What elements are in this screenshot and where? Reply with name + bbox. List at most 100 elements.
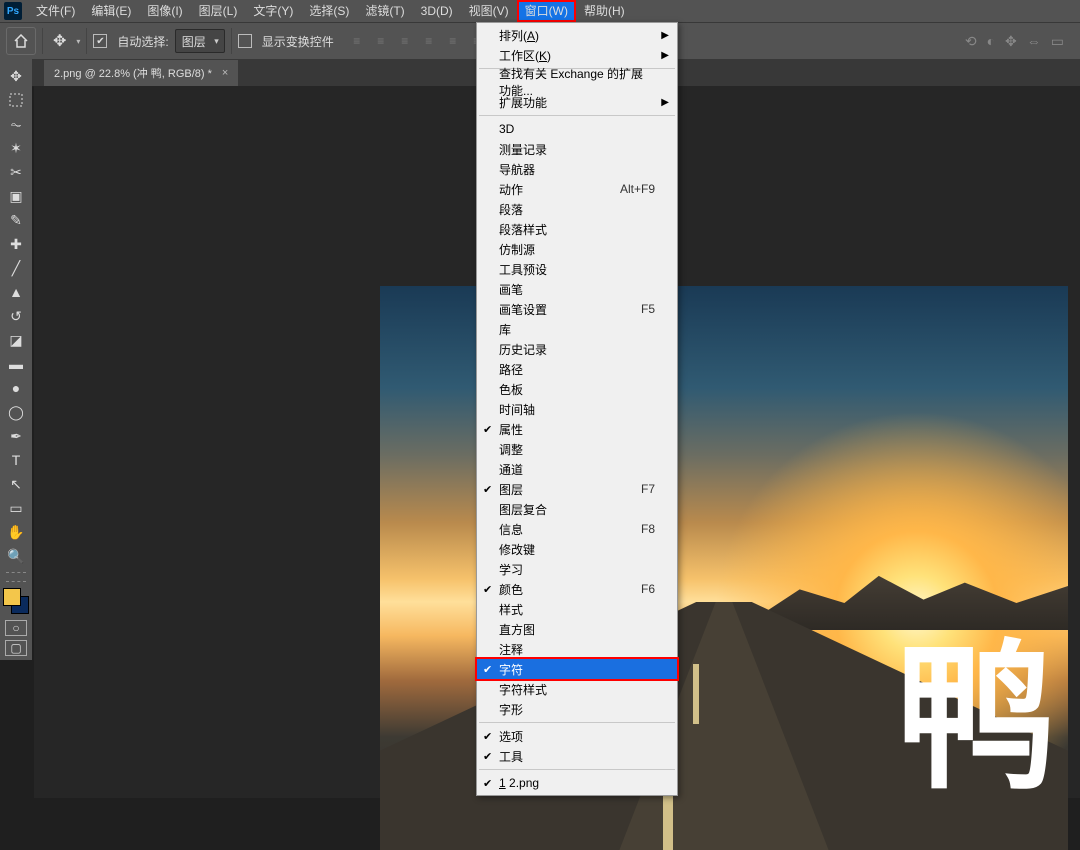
history-brush-tool[interactable]: ↺ bbox=[0, 304, 32, 328]
menu-item-修改键[interactable]: 修改键 bbox=[477, 539, 677, 559]
menu-item-排列[interactable]: 排列(A)▶ bbox=[477, 25, 677, 45]
menu-item-字符[interactable]: ✔字符 bbox=[477, 659, 677, 679]
menu-item-图层[interactable]: ✔图层F7 bbox=[477, 479, 677, 499]
eyedropper-tool[interactable]: ✎ bbox=[0, 208, 32, 232]
3d-roll-icon[interactable]: ◐ bbox=[987, 33, 995, 50]
menu-item-导航器[interactable]: 导航器 bbox=[477, 159, 677, 179]
menu-item-画笔[interactable]: 画笔 bbox=[477, 279, 677, 299]
menu-layer[interactable]: 图层(L) bbox=[191, 0, 246, 22]
menu-item-查找有关 Exchange 的扩展功能...[interactable]: 查找有关 Exchange 的扩展功能... bbox=[477, 72, 677, 92]
show-transform-checkbox[interactable] bbox=[238, 34, 252, 48]
home-button[interactable] bbox=[6, 27, 36, 55]
menu-item-样式[interactable]: 样式 bbox=[477, 599, 677, 619]
menu-item-扩展功能[interactable]: 扩展功能▶ bbox=[477, 92, 677, 112]
zoom-tool[interactable]: 🔍 bbox=[0, 544, 32, 568]
menu-item-工作区[interactable]: 工作区(K)▶ bbox=[477, 45, 677, 65]
marquee-tool[interactable] bbox=[0, 88, 32, 112]
menu-item-路径[interactable]: 路径 bbox=[477, 359, 677, 379]
menu-item-工具[interactable]: ✔工具 bbox=[477, 746, 677, 766]
menu-item-库[interactable]: 库 bbox=[477, 319, 677, 339]
menu-item-色板[interactable]: 色板 bbox=[477, 379, 677, 399]
menu-filter[interactable]: 滤镜(T) bbox=[357, 0, 412, 22]
menu-item-label: 动作 bbox=[499, 181, 523, 198]
healing-brush-tool[interactable]: ✚ bbox=[0, 232, 32, 256]
menu-item-段落[interactable]: 段落 bbox=[477, 199, 677, 219]
menu-item-1 2.png[interactable]: ✔1 2.png bbox=[477, 773, 677, 793]
menu-shortcut: F6 bbox=[641, 582, 655, 596]
menu-item-段落样式[interactable]: 段落样式 bbox=[477, 219, 677, 239]
separator bbox=[231, 28, 232, 54]
menu-item-信息[interactable]: 信息F8 bbox=[477, 519, 677, 539]
menu-item-label: 仿制源 bbox=[499, 241, 535, 258]
blur-tool[interactable]: ● bbox=[0, 376, 32, 400]
gradient-tool[interactable]: ▬ bbox=[0, 352, 32, 376]
3d-camera-icon[interactable]: ▭ bbox=[1051, 33, 1064, 50]
magic-wand-tool[interactable]: ✶ bbox=[0, 136, 32, 160]
menu-item-直方图[interactable]: 直方图 bbox=[477, 619, 677, 639]
frame-tool[interactable]: ▣ bbox=[0, 184, 32, 208]
menu-item-注释[interactable]: 注释 bbox=[477, 639, 677, 659]
3d-orbit-icon[interactable]: ⟲ bbox=[965, 33, 977, 50]
align-center-h-icon[interactable]: ≡ bbox=[370, 30, 392, 52]
menu-item-工具预设[interactable]: 工具预设 bbox=[477, 259, 677, 279]
clone-stamp-tool[interactable]: ▲ bbox=[0, 280, 32, 304]
chevron-down-icon[interactable]: ▾ bbox=[76, 37, 80, 46]
pen-tool[interactable]: ✒ bbox=[0, 424, 32, 448]
document-tab[interactable]: 2.png @ 22.8% (冲 鸭, RGB/8) * × bbox=[44, 60, 238, 86]
menu-item-动作[interactable]: 动作Alt+F9 bbox=[477, 179, 677, 199]
move-tool[interactable]: ✥ bbox=[0, 64, 32, 88]
menu-item-选项[interactable]: ✔选项 bbox=[477, 726, 677, 746]
brush-tool[interactable]: ╱ bbox=[0, 256, 32, 280]
close-tab-icon[interactable]: × bbox=[222, 67, 228, 79]
3d-slide-icon[interactable]: ⇔ bbox=[1027, 33, 1041, 50]
menu-select[interactable]: 选择(S) bbox=[301, 0, 357, 22]
lasso-tool[interactable]: ⏦ bbox=[0, 112, 32, 136]
align-middle-icon[interactable]: ≡ bbox=[442, 30, 464, 52]
menu-file[interactable]: 文件(F) bbox=[28, 0, 83, 22]
crop-tool[interactable]: ✂ bbox=[0, 160, 32, 184]
menu-item-时间轴[interactable]: 时间轴 bbox=[477, 399, 677, 419]
submenu-arrow-icon: ▶ bbox=[661, 50, 669, 61]
menubar: Ps 文件(F) 编辑(E) 图像(I) 图层(L) 文字(Y) 选择(S) 滤… bbox=[0, 0, 1080, 22]
hand-tool[interactable]: ✋ bbox=[0, 520, 32, 544]
menu-item-字符样式[interactable]: 字符样式 bbox=[477, 679, 677, 699]
menu-edit[interactable]: 编辑(E) bbox=[83, 0, 139, 22]
menu-item-label: 段落样式 bbox=[499, 221, 547, 238]
menu-view[interactable]: 视图(V) bbox=[461, 0, 517, 22]
menu-item-通道[interactable]: 通道 bbox=[477, 459, 677, 479]
menu-type[interactable]: 文字(Y) bbox=[245, 0, 301, 22]
menu-help[interactable]: 帮助(H) bbox=[576, 0, 633, 22]
type-tool[interactable]: T bbox=[0, 448, 32, 472]
edit-toolbar-icon[interactable] bbox=[6, 572, 26, 582]
menu-3d[interactable]: 3D(D) bbox=[413, 0, 461, 22]
align-group: ≡ ≡ ≡ ≡ ≡ ≡ bbox=[346, 30, 488, 52]
path-select-tool[interactable]: ↖ bbox=[0, 472, 32, 496]
menu-item-历史记录[interactable]: 历史记录 bbox=[477, 339, 677, 359]
align-right-icon[interactable]: ≡ bbox=[394, 30, 416, 52]
auto-select-checkbox[interactable]: ✔ bbox=[93, 34, 107, 48]
menu-item-图层复合[interactable]: 图层复合 bbox=[477, 499, 677, 519]
rectangle-tool[interactable]: ▭ bbox=[0, 496, 32, 520]
align-top-icon[interactable]: ≡ bbox=[418, 30, 440, 52]
align-left-icon[interactable]: ≡ bbox=[346, 30, 368, 52]
menu-window[interactable]: 窗口(W) bbox=[517, 0, 576, 22]
menu-item-颜色[interactable]: ✔颜色F6 bbox=[477, 579, 677, 599]
dodge-tool[interactable]: ◯ bbox=[0, 400, 32, 424]
3d-pan-icon[interactable]: ✥ bbox=[1005, 33, 1017, 50]
menu-item-3D[interactable]: 3D bbox=[477, 119, 677, 139]
menu-item-画笔设置[interactable]: 画笔设置F5 bbox=[477, 299, 677, 319]
menu-item-学习[interactable]: 学习 bbox=[477, 559, 677, 579]
quick-mask-toggle[interactable]: ○ bbox=[5, 620, 27, 636]
menu-item-测量记录[interactable]: 测量记录 bbox=[477, 139, 677, 159]
auto-select-target-combo[interactable]: 图层 bbox=[175, 29, 225, 53]
foreground-color-swatch[interactable] bbox=[3, 588, 21, 606]
menu-image[interactable]: 图像(I) bbox=[139, 0, 190, 22]
menu-item-调整[interactable]: 调整 bbox=[477, 439, 677, 459]
3d-mode-icons: ⟲ ◐ ✥ ⇔ ▭ bbox=[965, 33, 1074, 50]
menu-item-字形[interactable]: 字形 bbox=[477, 699, 677, 719]
menu-item-仿制源[interactable]: 仿制源 bbox=[477, 239, 677, 259]
menu-item-属性[interactable]: ✔属性 bbox=[477, 419, 677, 439]
color-swatches[interactable] bbox=[3, 588, 29, 614]
screen-mode-toggle[interactable]: ▢ bbox=[5, 640, 27, 656]
eraser-tool[interactable]: ◪ bbox=[0, 328, 32, 352]
